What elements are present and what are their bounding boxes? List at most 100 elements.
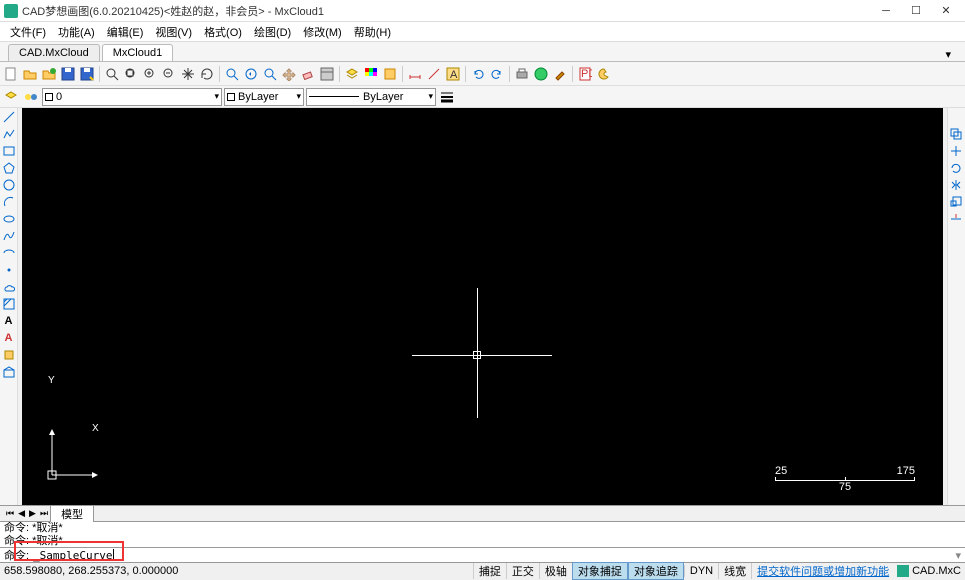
insert-tool[interactable]	[2, 348, 16, 362]
crosshair-horizontal	[412, 355, 552, 356]
saveas-button[interactable]	[78, 65, 96, 83]
undo-button[interactable]	[469, 65, 487, 83]
palette-icon[interactable]	[595, 65, 613, 83]
menu-draw[interactable]: 绘图(D)	[248, 22, 297, 42]
ellipse-arc-tool[interactable]	[2, 246, 16, 260]
erase-button[interactable]	[299, 65, 317, 83]
snap-toggle[interactable]: 捕捉	[473, 563, 506, 579]
dyn-toggle[interactable]: DYN	[684, 565, 718, 577]
command-input[interactable]	[33, 549, 113, 562]
trim-tool[interactable]	[950, 213, 964, 227]
color-button[interactable]	[362, 65, 380, 83]
mirror-tool[interactable]	[950, 179, 964, 193]
cloud-tool[interactable]	[2, 280, 16, 294]
layer-manager-button[interactable]	[2, 88, 20, 106]
text-cursor	[113, 549, 114, 561]
chevron-down-icon: ▾	[296, 91, 301, 102]
open-button[interactable]	[21, 65, 39, 83]
regen-button[interactable]	[198, 65, 216, 83]
hatch-tool[interactable]	[2, 297, 16, 311]
mtext-tool[interactable]: A	[2, 331, 16, 345]
move-tool[interactable]	[950, 145, 964, 159]
status-bar: 658.598080, 268.255373, 0.000000 捕捉 正交 极…	[0, 562, 965, 578]
rotate-tool[interactable]	[950, 162, 964, 176]
menu-view[interactable]: 视图(V)	[149, 22, 198, 42]
scale-bar: 25175 75	[775, 465, 915, 493]
point-tool[interactable]	[2, 263, 16, 277]
arc-tool[interactable]	[2, 195, 16, 209]
tab-next[interactable]: ▶	[27, 508, 38, 519]
tab-prev[interactable]: ◀	[16, 508, 27, 519]
line-tool[interactable]	[2, 110, 16, 124]
linetype-combo[interactable]: ByLayer ▾	[306, 88, 436, 106]
menu-format[interactable]: 格式(O)	[198, 22, 248, 42]
text-tool[interactable]: A	[2, 314, 16, 328]
polyline-tool[interactable]	[2, 127, 16, 141]
lineweight-toggle[interactable]: 线宽	[718, 563, 751, 579]
doc-tab-2[interactable]: MxCloud1	[102, 44, 174, 61]
layer-state-button[interactable]	[22, 88, 40, 106]
scale-right: 175	[897, 465, 915, 477]
tab-last[interactable]: ⏭	[38, 508, 50, 519]
polygon-tool[interactable]	[2, 161, 16, 175]
text-button[interactable]: A	[444, 65, 462, 83]
brush-icon[interactable]	[551, 65, 569, 83]
model-tab[interactable]: 模型	[50, 505, 94, 522]
ellipse-tool[interactable]	[2, 212, 16, 226]
layer-combo[interactable]: 0 ▾	[42, 88, 222, 106]
menu-modify[interactable]: 修改(M)	[297, 22, 348, 42]
layer-button[interactable]	[343, 65, 361, 83]
properties-button[interactable]	[318, 65, 336, 83]
new-button[interactable]	[2, 65, 20, 83]
save-button[interactable]	[59, 65, 77, 83]
scale-tool[interactable]	[950, 196, 964, 210]
block-tool[interactable]	[2, 365, 16, 379]
polar-toggle[interactable]: 极轴	[539, 563, 572, 579]
pan-button[interactable]	[179, 65, 197, 83]
osnap-toggle[interactable]: 对象捕捉	[572, 562, 628, 580]
doc-tab-1[interactable]: CAD.MxCloud	[8, 44, 100, 61]
rect-tool[interactable]	[2, 144, 16, 158]
svg-text:A: A	[450, 69, 458, 81]
menu-edit[interactable]: 编辑(E)	[101, 22, 150, 42]
zoom-in-button[interactable]	[141, 65, 159, 83]
copy-tool[interactable]	[950, 128, 964, 142]
ucs-icon: Y X	[44, 423, 104, 483]
pan-realtime-button[interactable]	[280, 65, 298, 83]
dim-linear-button[interactable]	[406, 65, 424, 83]
lineweight-button[interactable]	[438, 88, 456, 106]
scroll-down-icon[interactable]: ▾	[955, 549, 961, 562]
spline-tool[interactable]	[2, 229, 16, 243]
block-button[interactable]	[381, 65, 399, 83]
recent-button[interactable]	[40, 65, 58, 83]
maximize-button[interactable]: ☐	[901, 1, 931, 21]
print-button[interactable]	[513, 65, 531, 83]
world-icon[interactable]	[532, 65, 550, 83]
circle-tool[interactable]	[2, 178, 16, 192]
ortho-toggle[interactable]: 正交	[506, 563, 539, 579]
menu-help[interactable]: 帮助(H)	[348, 22, 397, 42]
chevron-down-icon: ▾	[428, 91, 433, 102]
zoom-extents-button[interactable]	[122, 65, 140, 83]
zoom-window-button[interactable]	[103, 65, 121, 83]
scale-mid-label: 75	[775, 481, 915, 493]
redo-button[interactable]	[488, 65, 506, 83]
color-combo[interactable]: ByLayer ▾	[224, 88, 304, 106]
tab-first[interactable]: ⏮	[4, 508, 16, 519]
minimize-button[interactable]: ─	[871, 1, 901, 21]
window-title: CAD梦想画图(6.0.20210425)<姓赵的赵，非会员> - MxClou…	[22, 3, 871, 19]
pdf-icon[interactable]: PDF	[576, 65, 594, 83]
close-button[interactable]: ✕	[931, 1, 961, 21]
menu-function[interactable]: 功能(A)	[52, 22, 101, 42]
otrack-toggle[interactable]: 对象追踪	[628, 562, 684, 580]
feedback-link[interactable]: 提交软件问题或增加新功能	[751, 563, 894, 579]
zoom-prev-button[interactable]	[242, 65, 260, 83]
menu-file[interactable]: 文件(F)	[4, 22, 52, 42]
zoom-all-button[interactable]	[261, 65, 279, 83]
drawing-canvas[interactable]: Y X 25175 75	[22, 108, 943, 505]
zoom-realtime-button[interactable]	[223, 65, 241, 83]
dim-align-button[interactable]	[425, 65, 443, 83]
doc-tabs-expand[interactable]: ▾	[939, 48, 957, 61]
zoom-out-button[interactable]	[160, 65, 178, 83]
brand-icon	[897, 565, 909, 577]
